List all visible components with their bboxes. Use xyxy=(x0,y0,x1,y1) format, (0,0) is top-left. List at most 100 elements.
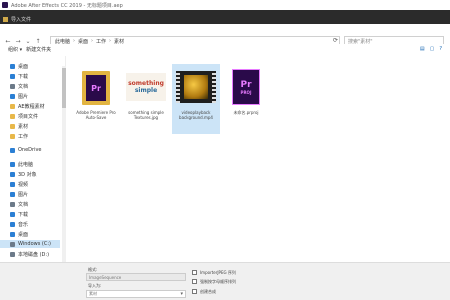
import-as-label: 导入为: xyxy=(88,283,102,288)
premiere-folder-icon: Pr xyxy=(76,67,116,107)
folder-icon xyxy=(10,231,15,237)
sequence-option-label: ImporterJPEG 序列 xyxy=(200,270,236,275)
folder-icon xyxy=(10,113,15,119)
alphabetical-option-label: 强制按字母顺序排列 xyxy=(200,279,236,284)
alphabetical-checkbox[interactable] xyxy=(192,279,197,284)
sidebar-item-label: 视频 xyxy=(18,181,29,188)
folder-icon xyxy=(10,123,15,129)
sidebar-item[interactable]: 下载 xyxy=(10,210,28,218)
import-as-select[interactable]: 素材 ▾ xyxy=(86,290,186,298)
sidebar-item-label: 素材 xyxy=(18,123,29,130)
sidebar-item-label: 图片 xyxy=(18,93,29,100)
file-item[interactable]: Pr PROJ 未命名.prproj xyxy=(222,64,270,134)
scrollbar-thumb[interactable] xyxy=(62,68,66,108)
new-folder-button[interactable]: 新建文件夹 xyxy=(26,46,51,53)
app-titlebar: Adobe After Effects CC 2019 - 无标题项目.aep xyxy=(0,0,450,10)
navigation-pane: 桌面 下载 文档 图片 AE教程素材 项目文件 素材 工作 OneDrive 此电脑 3D 对象 视频… xyxy=(0,56,66,276)
video-thumbnail xyxy=(176,67,216,107)
sidebar-item-label: 桌面 xyxy=(18,63,29,70)
folder-icon xyxy=(10,251,15,257)
preview-pane-icon[interactable]: ▢ xyxy=(430,46,435,52)
sidebar-item-label: 文档 xyxy=(18,83,29,90)
sidebar-item[interactable]: 视频 xyxy=(10,180,28,188)
premiere-project-icon: Pr PROJ xyxy=(226,67,266,107)
file-list: Pr Adobe Premiere Pro Auto-Save something s… xyxy=(72,64,450,264)
folder-icon xyxy=(10,201,15,207)
file-name: 未命名.prproj xyxy=(233,110,259,115)
sidebar-item-label: 项目文件 xyxy=(18,113,39,120)
sidebar-item[interactable]: 素材 xyxy=(10,122,28,130)
sidebar-item[interactable]: 桌面 xyxy=(10,230,28,238)
organize-button[interactable]: 组织 ▾ xyxy=(8,46,22,53)
dialog-titlebar: 导入文件 xyxy=(0,14,450,24)
sidebar-item[interactable]: 音乐 xyxy=(10,220,28,228)
sidebar-item[interactable]: 图片 xyxy=(10,92,28,100)
sidebar-item[interactable]: Windows (C:) xyxy=(0,240,60,248)
image-thumbnail: something simple xyxy=(126,67,166,107)
file-name: something simple Textures.jpg xyxy=(128,110,164,120)
folder-icon xyxy=(10,181,15,187)
sidebar-item-label: 下载 xyxy=(18,211,29,218)
folder-icon xyxy=(10,211,15,217)
sidebar-item[interactable]: 图片 xyxy=(10,190,28,198)
create-composition-option-label: 创建合成 xyxy=(200,289,216,294)
sidebar-item-label: 图片 xyxy=(18,191,29,198)
dialog-title: 导入文件 xyxy=(11,16,32,23)
format-value: ImageSequence xyxy=(89,274,122,280)
folder-icon xyxy=(10,241,15,247)
folder-icon xyxy=(10,221,15,227)
file-name: Adobe Premiere Pro Auto-Save xyxy=(76,110,116,120)
file-item[interactable]: videoplayback background.mp4 xyxy=(172,64,220,134)
sidebar-item-label: Windows (C:) xyxy=(18,241,51,247)
sidebar-item[interactable]: 桌面 xyxy=(10,62,28,70)
sidebar-item[interactable]: 此电脑 xyxy=(10,160,33,168)
import-options-panel: 格式: ImageSequence 导入为: 素材 ▾ ImporterJPEG… xyxy=(0,262,450,300)
sidebar-item-label: 本地磁盘 (D:) xyxy=(18,251,50,258)
create-composition-checkbox[interactable] xyxy=(192,289,197,294)
sidebar-item[interactable]: OneDrive xyxy=(10,146,42,154)
sidebar-item[interactable]: 文档 xyxy=(10,200,28,208)
folder-icon xyxy=(10,83,15,89)
dialog-icon xyxy=(3,16,8,22)
folder-icon xyxy=(10,133,15,139)
sidebar-item-label: 下载 xyxy=(18,73,29,80)
folder-icon xyxy=(10,93,15,99)
after-effects-icon xyxy=(2,2,8,8)
sidebar-item[interactable]: 文档 xyxy=(10,82,28,90)
sidebar-item-label: 音乐 xyxy=(18,221,29,228)
sequence-checkbox[interactable] xyxy=(192,270,197,275)
folder-icon xyxy=(10,73,15,79)
folder-icon xyxy=(10,171,15,177)
sidebar-item-label: 桌面 xyxy=(18,231,29,238)
format-field[interactable]: ImageSequence xyxy=(86,273,186,281)
sidebar-item-label: 此电脑 xyxy=(18,161,34,168)
sidebar-item[interactable]: 项目文件 xyxy=(10,112,38,120)
sidebar-item[interactable]: 下载 xyxy=(10,72,28,80)
folder-icon xyxy=(10,147,15,153)
command-toolbar: 组织 ▾ 新建文件夹 xyxy=(0,44,450,54)
sidebar-item-label: AE教程素材 xyxy=(18,103,45,110)
sidebar-item-label: OneDrive xyxy=(18,147,42,153)
refresh-icon[interactable]: ⟳ xyxy=(333,37,338,44)
sidebar-item-label: 工作 xyxy=(18,133,29,140)
sidebar-item[interactable]: 工作 xyxy=(10,132,28,140)
folder-icon xyxy=(10,103,15,109)
file-item[interactable]: something simple something simple Textures… xyxy=(122,64,170,134)
folder-icon xyxy=(10,191,15,197)
view-layout-icon[interactable]: ▤ xyxy=(420,46,425,52)
file-name: videoplayback background.mp4 xyxy=(179,110,213,120)
chevron-down-icon: ▾ xyxy=(180,291,183,297)
help-icon[interactable]: ? xyxy=(439,46,442,52)
file-item[interactable]: Pr Adobe Premiere Pro Auto-Save xyxy=(72,64,120,134)
sidebar-scrollbar[interactable] xyxy=(62,66,66,274)
window-title: Adobe After Effects CC 2019 - 无标题项目.aep xyxy=(11,2,123,9)
folder-icon xyxy=(10,63,15,69)
sidebar-item-label: 3D 对象 xyxy=(18,171,37,178)
sidebar-item[interactable]: 本地磁盘 (D:) xyxy=(10,250,49,258)
import-as-value: 素材 xyxy=(89,291,97,296)
sidebar-item[interactable]: 3D 对象 xyxy=(10,170,37,178)
sidebar-item[interactable]: AE教程素材 xyxy=(10,102,45,110)
import-file-dialog: 导入文件 ← → ⌄ ↑ 此电脑 › 桌面 › 工作 › 素材 ⟳ 搜索"素材" 组织 ▾ … xyxy=(0,14,450,300)
folder-icon xyxy=(10,161,15,167)
sidebar-item-label: 文档 xyxy=(18,201,29,208)
